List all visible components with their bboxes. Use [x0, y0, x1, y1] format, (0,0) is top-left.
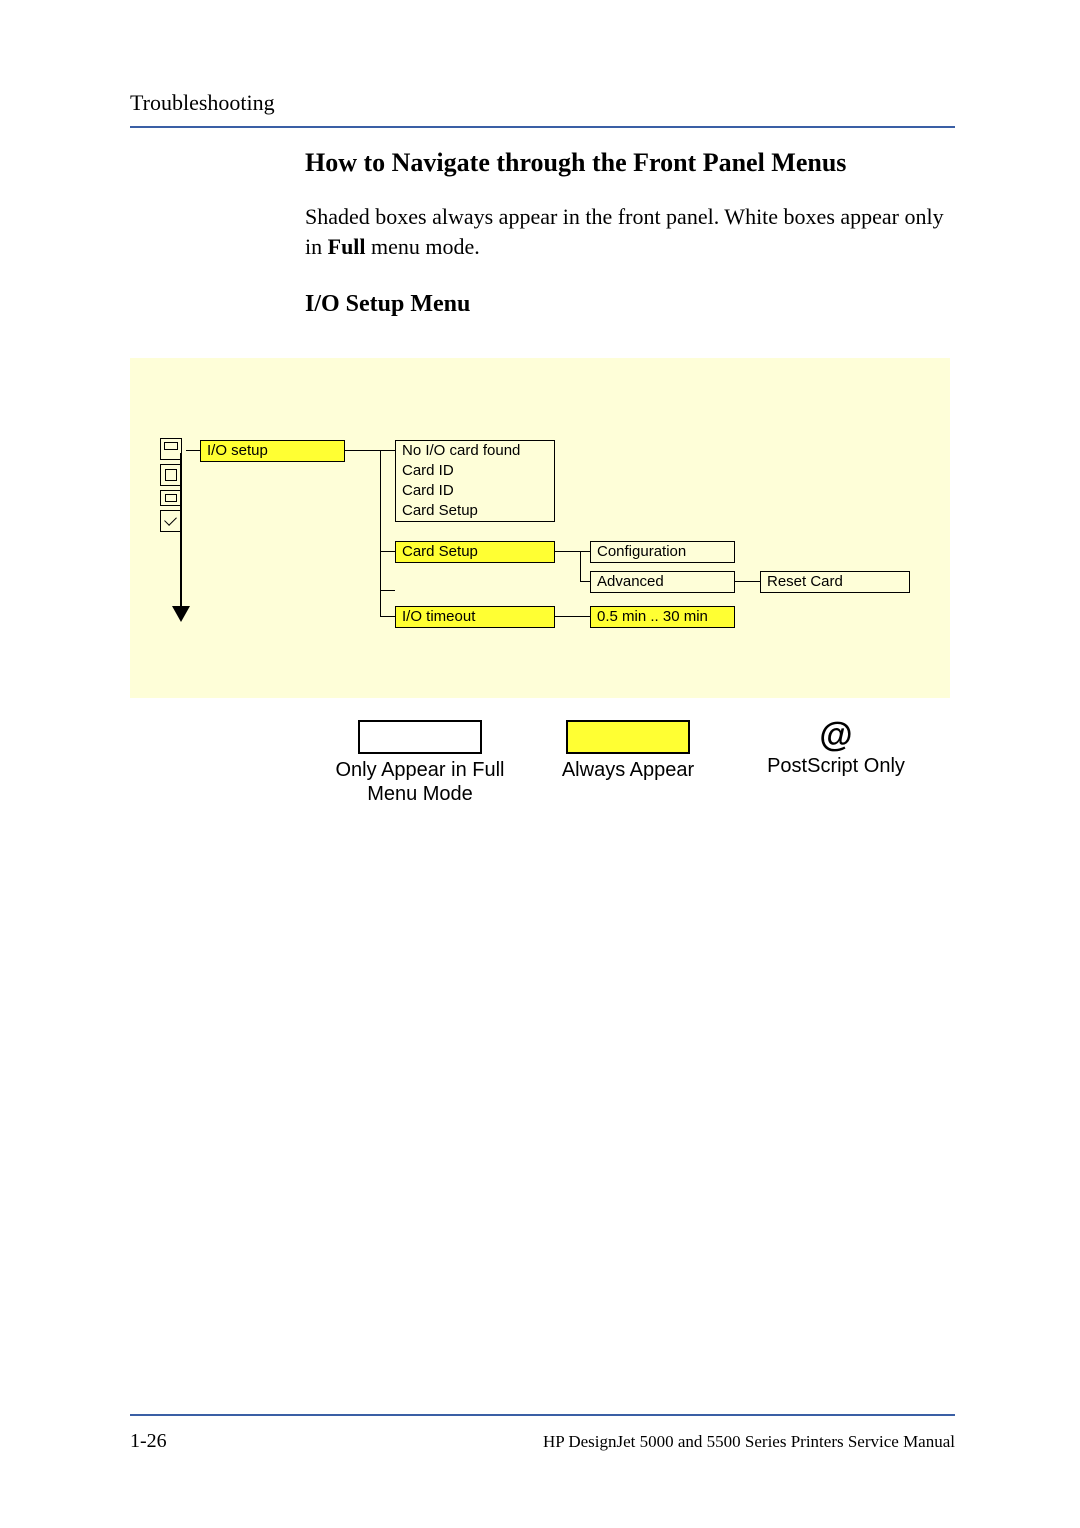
intro-text-suffix: menu mode. — [366, 234, 480, 259]
connector — [555, 616, 590, 617]
legend: Only Appear in Full Menu Mode Always App… — [330, 720, 955, 806]
label-advanced: Advanced — [591, 572, 734, 592]
copy-icon — [160, 464, 182, 486]
down-arrow-icon — [172, 606, 190, 622]
page-number: 1-26 — [130, 1430, 167, 1453]
legend-swatch-yellow — [566, 720, 690, 754]
label-card-id-1: Card ID — [396, 461, 554, 481]
label-no-card: No I/O card found — [396, 441, 554, 461]
label-reset-card: Reset Card — [761, 572, 909, 592]
box-l1-group: No I/O card found Card ID Card ID Card S… — [395, 440, 555, 522]
label-card-setup-2: Card Setup — [396, 542, 554, 562]
connector — [380, 590, 381, 616]
legend-label-postscript: PostScript Only — [767, 754, 905, 778]
printer-icon — [160, 438, 182, 460]
label-configuration: Configuration — [591, 542, 734, 562]
page-footer: 1-26 HP DesignJet 5000 and 5500 Series P… — [130, 1406, 955, 1453]
mode-vline — [180, 453, 182, 608]
intro-text-bold: Full — [328, 234, 366, 259]
document-title: HP DesignJet 5000 and 5500 Series Printe… — [543, 1432, 955, 1452]
heading-navigate: How to Navigate through the Front Panel … — [305, 148, 955, 178]
label-io-setup: I/O setup — [201, 441, 344, 461]
footer-rule — [130, 1414, 955, 1416]
label-card-setup-1: Card Setup — [396, 501, 554, 521]
box-advanced: Advanced — [590, 571, 735, 593]
connector — [186, 450, 200, 451]
box-io-timeout: I/O timeout — [395, 606, 555, 628]
legend-label-yellow: Always Appear — [562, 758, 694, 782]
connector — [555, 551, 580, 552]
section-header: Troubleshooting — [130, 90, 955, 116]
tape-icon — [160, 490, 182, 506]
legend-item-white: Only Appear in Full Menu Mode — [330, 720, 510, 806]
menu-tree-diagram: I/O setup No I/O card found Card ID Card… — [130, 358, 950, 698]
box-reset-card: Reset Card — [760, 571, 910, 593]
connector — [380, 450, 395, 451]
connector — [380, 551, 395, 552]
connector — [580, 581, 590, 582]
heading-io-setup: I/O Setup Menu — [305, 291, 955, 318]
box-card-setup: Card Setup — [395, 541, 555, 563]
connector — [380, 590, 395, 591]
connector — [580, 551, 590, 552]
intro-paragraph: Shaded boxes always appear in the front … — [305, 202, 955, 261]
box-timeout-range: 0.5 min .. 30 min — [590, 606, 735, 628]
legend-item-yellow: Always Appear — [538, 720, 718, 782]
label-io-timeout: I/O timeout — [396, 607, 554, 627]
check-icon — [160, 510, 182, 532]
label-timeout-range: 0.5 min .. 30 min — [591, 607, 734, 627]
at-sign-icon: @ — [819, 720, 852, 750]
mode-icon-column — [160, 438, 190, 536]
label-card-id-2: Card ID — [396, 481, 554, 501]
connector — [345, 450, 380, 451]
legend-label-white: Only Appear in Full Menu Mode — [330, 758, 510, 806]
header-rule — [130, 126, 955, 128]
box-configuration: Configuration — [590, 541, 735, 563]
connector — [735, 581, 760, 582]
legend-item-postscript: @ PostScript Only — [746, 720, 926, 778]
box-io-setup: I/O setup — [200, 440, 345, 462]
legend-swatch-white — [358, 720, 482, 754]
connector — [380, 616, 395, 617]
connector — [580, 551, 581, 581]
connector — [380, 450, 381, 590]
